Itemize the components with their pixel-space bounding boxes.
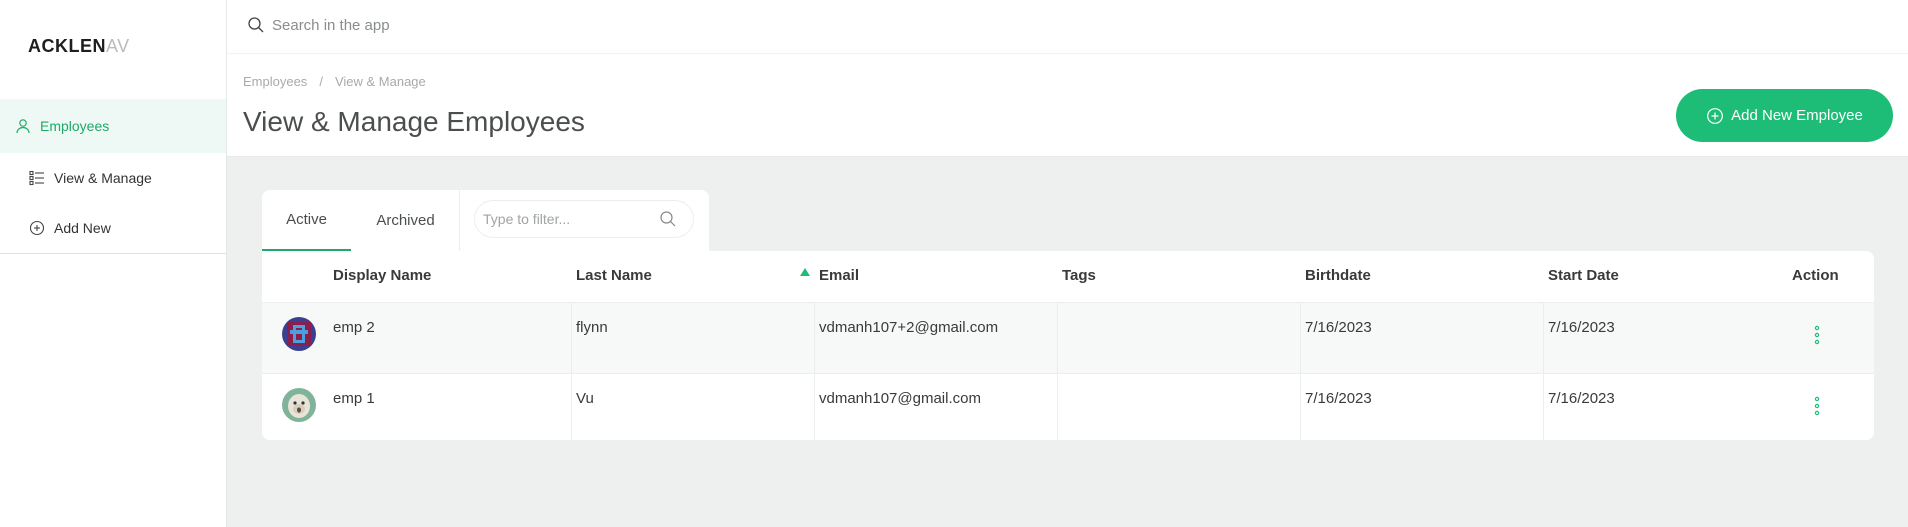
column-divider bbox=[1543, 374, 1544, 440]
user-icon bbox=[14, 117, 32, 135]
cell-birthdate: 7/16/2023 bbox=[1305, 390, 1372, 407]
sidebar-item-add-new[interactable]: Add New bbox=[0, 203, 226, 253]
column-divider bbox=[1057, 303, 1058, 373]
sidebar-item-employees[interactable]: Employees bbox=[0, 99, 226, 153]
column-header-last-name[interactable]: Last Name bbox=[576, 267, 652, 284]
sidebar-nav: Employees View & Manage Add New bbox=[0, 99, 226, 254]
breadcrumb-separator: / bbox=[319, 74, 323, 89]
column-header-email[interactable]: Email bbox=[819, 267, 859, 284]
cell-start-date: 7/16/2023 bbox=[1548, 390, 1615, 407]
sidebar: ACKLENAV Employees View & Manage Add New bbox=[0, 0, 227, 527]
plus-circle-icon bbox=[28, 219, 46, 237]
sidebar-item-label: Employees bbox=[40, 118, 110, 134]
add-new-employee-button[interactable]: Add New Employee bbox=[1676, 89, 1893, 142]
cell-email: vdmanh107+2@gmail.com bbox=[819, 319, 999, 336]
search-input[interactable] bbox=[272, 16, 772, 34]
sort-ascending-icon[interactable] bbox=[799, 265, 811, 277]
top-bar bbox=[227, 0, 1908, 54]
column-divider bbox=[814, 374, 815, 440]
column-divider bbox=[1300, 303, 1301, 373]
add-new-employee-label: Add New Employee bbox=[1731, 107, 1863, 124]
list-icon bbox=[28, 169, 46, 187]
column-header-display-name[interactable]: Display Name bbox=[333, 267, 431, 284]
column-header-action: Action bbox=[1792, 267, 1839, 284]
search-icon[interactable] bbox=[659, 210, 677, 228]
column-header-birthdate[interactable]: Birthdate bbox=[1305, 267, 1371, 284]
cell-start-date: 7/16/2023 bbox=[1548, 319, 1615, 336]
column-divider bbox=[1543, 303, 1544, 373]
column-divider bbox=[1300, 374, 1301, 440]
sidebar-item-label: View & Manage bbox=[54, 170, 152, 186]
cell-display-name: emp 2 bbox=[333, 319, 375, 336]
cell-last-name: Vu bbox=[576, 390, 594, 407]
column-divider bbox=[571, 374, 572, 440]
table-row[interactable]: emp 1 Vu vdmanh107@gmail.com 7/16/2023 7… bbox=[262, 374, 1874, 440]
more-vertical-icon[interactable] bbox=[1809, 394, 1825, 418]
sidebar-divider bbox=[0, 253, 226, 254]
breadcrumb-current: View & Manage bbox=[334, 74, 426, 89]
breadcrumb-parent-link[interactable]: Employees bbox=[243, 74, 307, 89]
sidebar-item-view-manage[interactable]: View & Manage bbox=[0, 153, 226, 203]
more-vertical-icon[interactable] bbox=[1809, 323, 1825, 347]
tab-archived[interactable]: Archived bbox=[351, 190, 460, 251]
breadcrumb: Employees / View & Manage bbox=[243, 74, 426, 89]
tabs-bar: Active Archived bbox=[262, 190, 709, 251]
cell-email: vdmanh107@gmail.com bbox=[819, 390, 981, 407]
employees-table: Display Name Last Name Email Tags Birthd… bbox=[262, 251, 1874, 440]
table-header: Display Name Last Name Email Tags Birthd… bbox=[262, 251, 1874, 303]
content-area: Active Archived Display Name Last Name E… bbox=[227, 157, 1908, 527]
global-search bbox=[247, 16, 772, 34]
logo-text-faded: AV bbox=[106, 36, 130, 56]
cell-last-name: flynn bbox=[576, 319, 608, 336]
column-header-start-date[interactable]: Start Date bbox=[1548, 267, 1619, 284]
sidebar-item-label: Add New bbox=[54, 220, 111, 236]
plus-circle-icon bbox=[1706, 107, 1724, 125]
cell-birthdate: 7/16/2023 bbox=[1305, 319, 1372, 336]
tab-active[interactable]: Active bbox=[262, 190, 351, 251]
column-header-tags[interactable]: Tags bbox=[1062, 267, 1096, 284]
avatar bbox=[282, 388, 316, 422]
avatar bbox=[282, 317, 316, 351]
logo-text: ACKLEN bbox=[28, 36, 106, 56]
search-icon bbox=[247, 16, 265, 34]
page-title: View & Manage Employees bbox=[243, 106, 585, 137]
table-row[interactable]: emp 2 flynn vdmanh107+2@gmail.com 7/16/2… bbox=[262, 303, 1874, 374]
cell-display-name: emp 1 bbox=[333, 390, 375, 407]
tabs-divider bbox=[459, 190, 460, 251]
app-logo[interactable]: ACKLENAV bbox=[28, 36, 130, 57]
column-divider bbox=[814, 303, 815, 373]
column-divider bbox=[1057, 374, 1058, 440]
filter-box bbox=[474, 200, 694, 238]
column-divider bbox=[571, 303, 572, 373]
page-header: Employees / View & Manage View & Manage Em… bbox=[227, 54, 1908, 157]
filter-input[interactable] bbox=[475, 211, 655, 227]
